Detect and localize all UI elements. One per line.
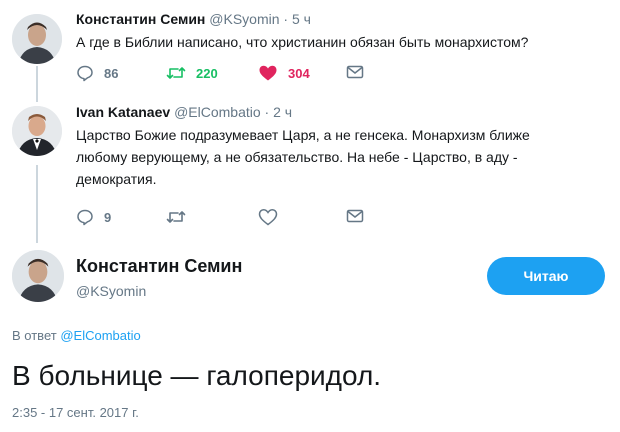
- tweet-text-line: любому верующему, а не обязательство. На…: [76, 149, 518, 165]
- tweet-text-line: Царство Божие подразумевает Царя, а не г…: [76, 127, 530, 143]
- retweet-button[interactable]: [166, 208, 186, 226]
- tweet-text-line: демократия.: [76, 171, 157, 187]
- reply-count: 9: [104, 209, 112, 225]
- tweet-text: Царство Божие подразумевает Царя, а не г…: [76, 124, 556, 190]
- tweet-time[interactable]: 5 ч: [292, 11, 311, 27]
- tweet-actions: 86 220 304: [76, 64, 376, 84]
- reply-icon: [77, 65, 93, 82]
- avatar[interactable]: [12, 14, 62, 64]
- tweet-header: Ivan Katanaev @ElCombatio · 2 ч: [76, 104, 292, 120]
- dm-button[interactable]: [346, 64, 364, 80]
- retweet-count: 220: [196, 65, 218, 81]
- reply-context: В ответ @ElCombatio: [12, 328, 141, 343]
- reply-handle-link[interactable]: @ElCombatio: [60, 328, 140, 343]
- like-button[interactable]: 304: [258, 64, 310, 82]
- retweet-icon: [166, 211, 186, 223]
- retweet-icon: [166, 67, 186, 79]
- avatar[interactable]: [12, 106, 62, 156]
- like-button[interactable]: [258, 208, 278, 226]
- like-count: 304: [288, 65, 310, 81]
- thread-line: [36, 165, 38, 243]
- tweet-text: А где в Библии написано, что христианин …: [76, 34, 529, 50]
- author-handle[interactable]: @ElCombatio: [174, 104, 261, 120]
- envelope-icon: [346, 209, 364, 223]
- tweet-timestamp[interactable]: 2:35 - 17 сент. 2017 г.: [12, 405, 139, 420]
- tweet-actions: 9: [76, 208, 376, 228]
- author-handle[interactable]: @KSyomin: [76, 283, 146, 299]
- author-name[interactable]: Константин Семин: [76, 11, 205, 27]
- author-name[interactable]: Ivan Katanaev: [76, 104, 170, 120]
- author-name[interactable]: Константин Семин: [76, 256, 242, 277]
- separator-dot: ·: [283, 11, 289, 27]
- heart-icon: [259, 65, 277, 81]
- following-button[interactable]: Читаю: [487, 257, 605, 295]
- author-handle[interactable]: @KSyomin: [209, 11, 279, 27]
- separator-dot: ·: [264, 104, 270, 120]
- reply-icon: [77, 209, 93, 226]
- reply-prefix: В ответ: [12, 328, 57, 343]
- reply-count: 86: [104, 65, 119, 81]
- avatar[interactable]: [12, 250, 64, 302]
- thread-line: [36, 66, 38, 102]
- tweet-text: В больнице — галоперидол.: [12, 360, 382, 391]
- tweet-header: Константин Семин @KSyomin · 5 ч: [76, 11, 311, 27]
- envelope-icon: [346, 65, 364, 79]
- reply-button[interactable]: 9: [76, 208, 111, 226]
- tweet-time[interactable]: 2 ч: [273, 104, 292, 120]
- retweet-button[interactable]: 220: [166, 64, 218, 82]
- reply-button[interactable]: 86: [76, 64, 118, 82]
- dm-button[interactable]: [346, 208, 364, 224]
- heart-outline-icon: [258, 209, 278, 226]
